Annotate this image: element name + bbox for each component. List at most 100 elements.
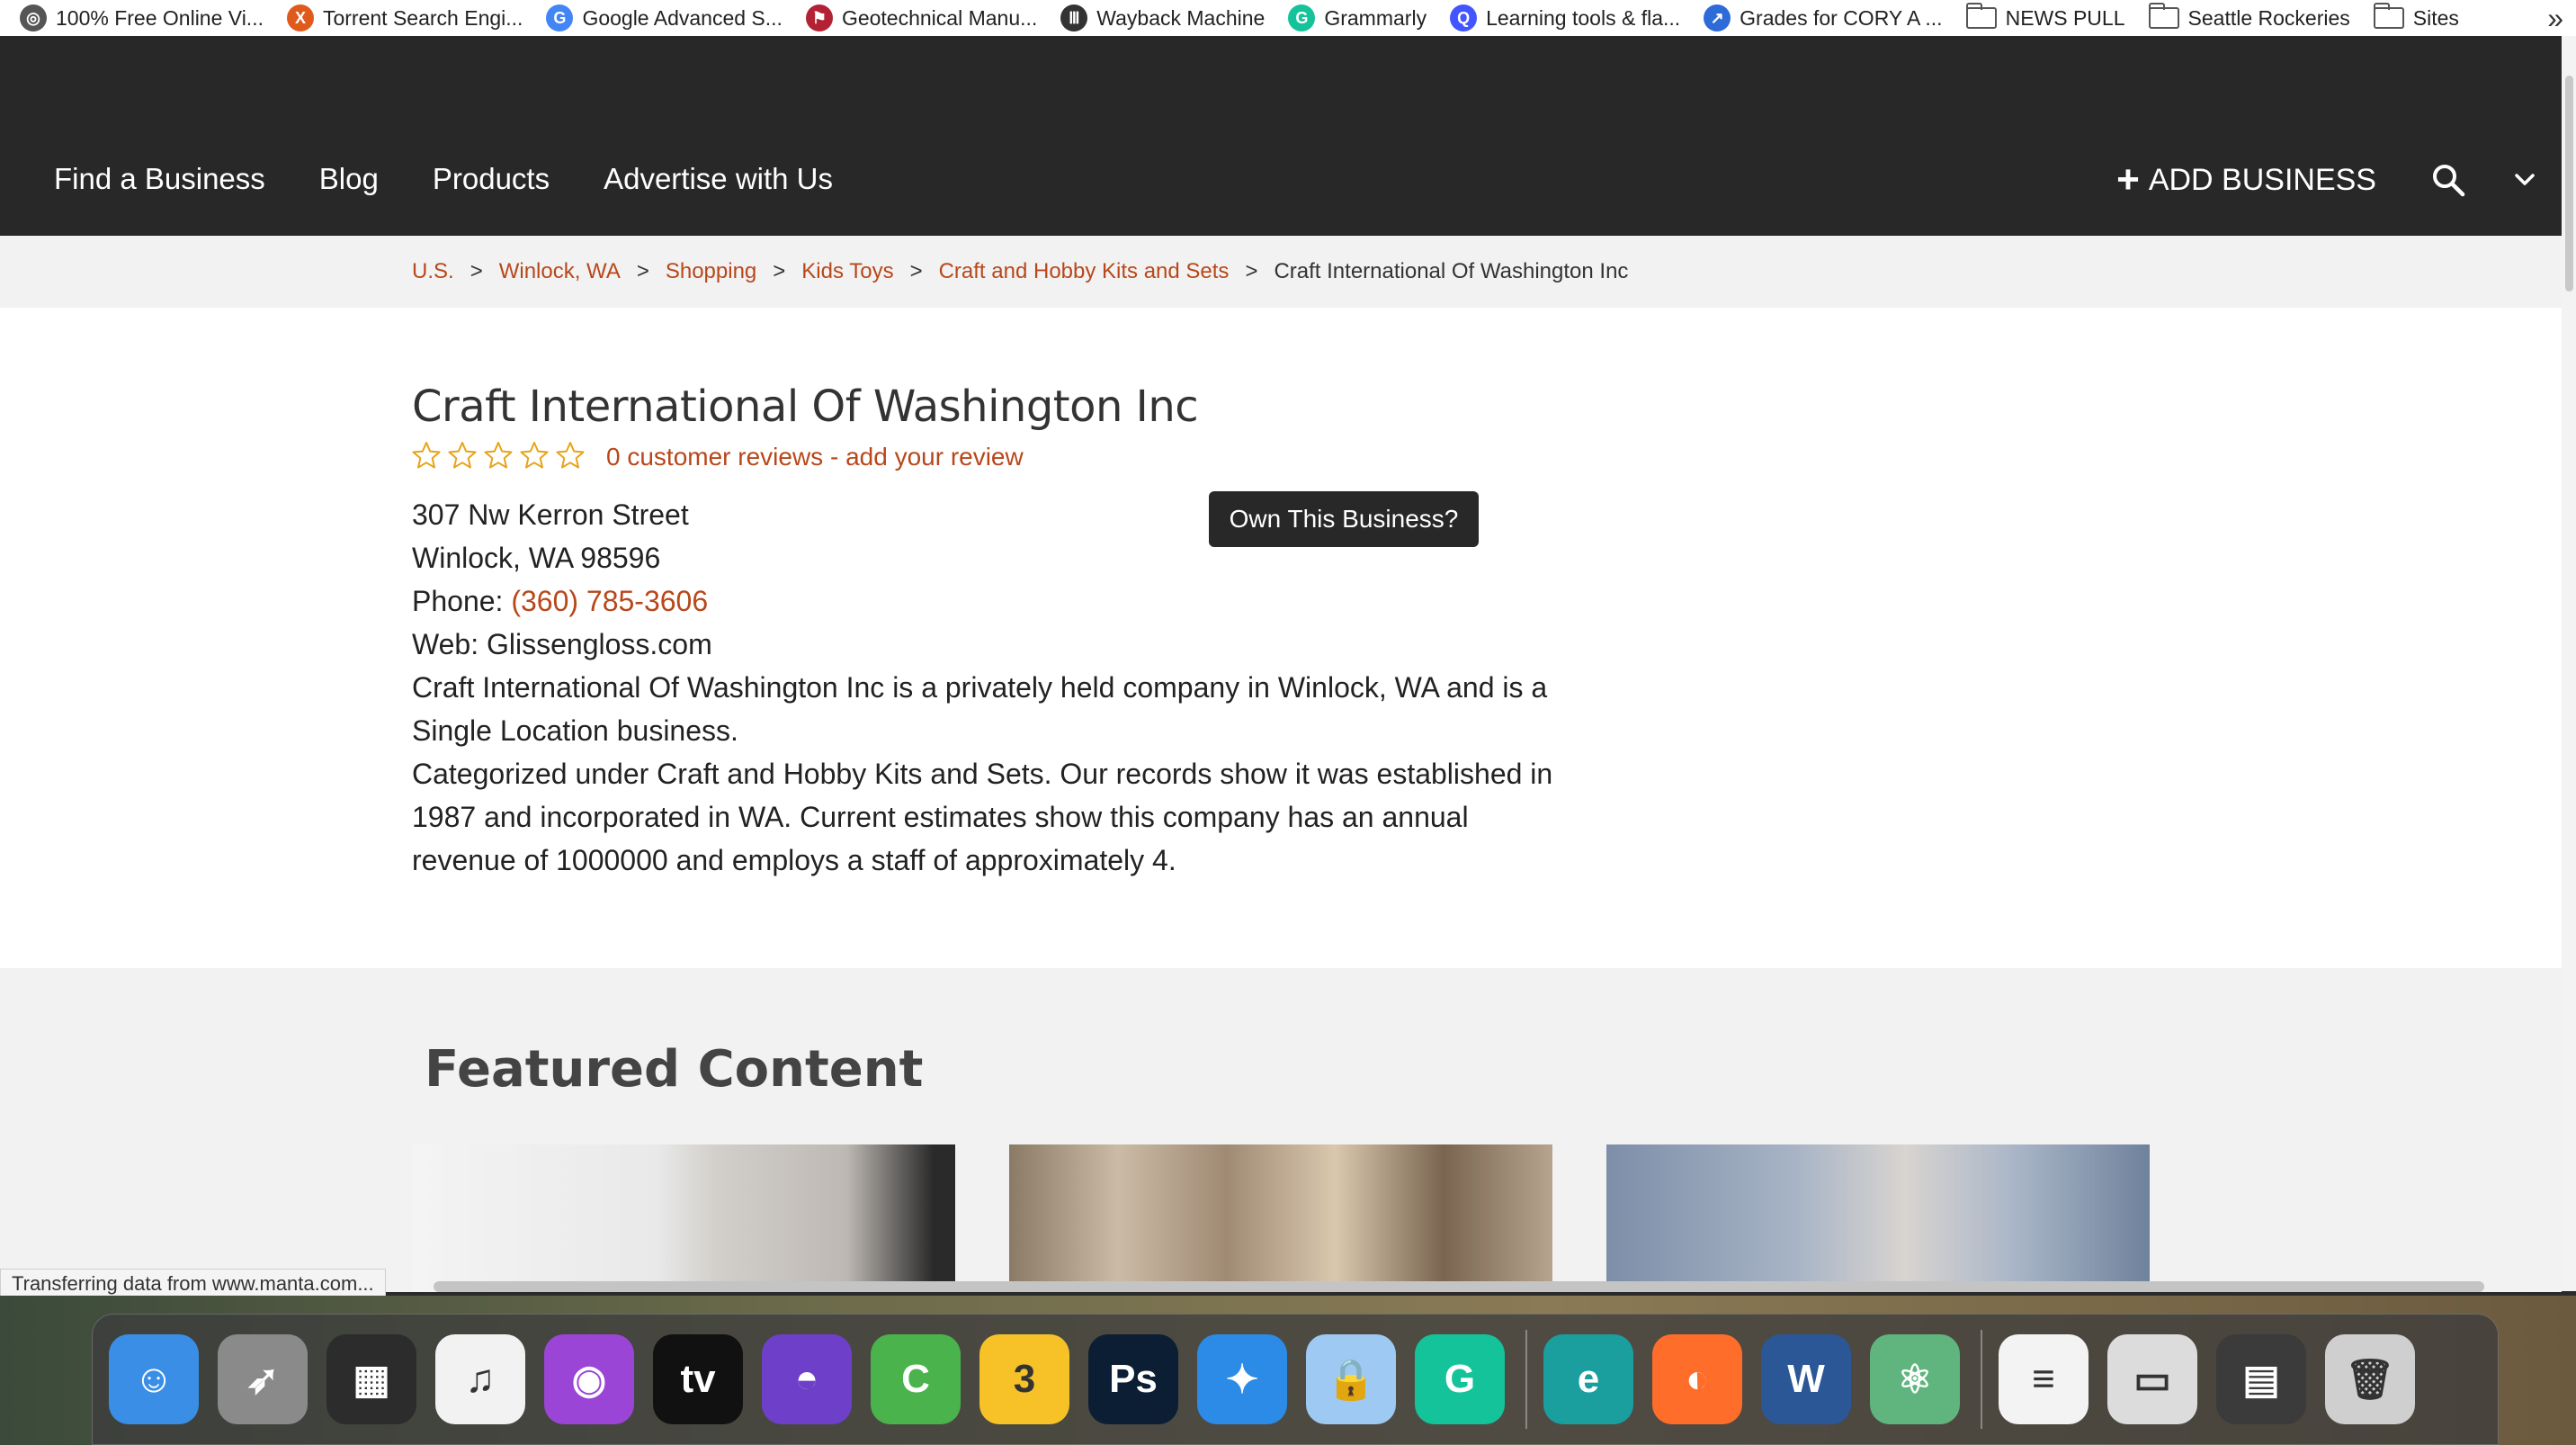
bookmark-item[interactable]: ↗ Grades for CORY A ... <box>1704 4 1943 31</box>
trash-icon[interactable]: 🗑 <box>2325 1334 2415 1424</box>
bookmark-label: 100% Free Online Vi... <box>56 5 264 30</box>
bookmark-folder[interactable]: Sites <box>2373 3 2459 31</box>
plus-icon: + <box>2116 157 2140 202</box>
nav-products[interactable]: Products <box>433 162 550 196</box>
add-business-label: ADD BUSINESS <box>2148 162 2376 197</box>
word-icon[interactable]: W <box>1761 1334 1851 1424</box>
phone-label: Phone: <box>412 585 512 617</box>
reviews-link[interactable]: 0 customer reviews - add your review <box>606 443 1024 471</box>
github-icon[interactable]: ◓ <box>762 1334 852 1424</box>
atom-icon[interactable]: ⚛ <box>1870 1334 1960 1424</box>
star-icon[interactable] <box>520 441 549 470</box>
horizontal-scrollbar[interactable] <box>434 1281 2484 1292</box>
featured-card-image[interactable] <box>1606 1144 2150 1292</box>
business-profile: Craft International Of Washington Inc 0 … <box>0 308 2562 968</box>
breadcrumb-separator: > <box>773 259 786 283</box>
photo-slideshow-icon[interactable]: ▦ <box>326 1334 416 1424</box>
music-icon[interactable]: ♫ <box>435 1334 525 1424</box>
star-icon[interactable] <box>484 441 513 470</box>
breadcrumb-separator: > <box>636 259 649 283</box>
bookmark-item[interactable]: ◎ 100% Free Online Vi... <box>20 4 264 31</box>
podcasts-icon[interactable]: ◉ <box>544 1334 634 1424</box>
breadcrumb-category[interactable]: Craft and Hobby Kits and Sets <box>939 259 1230 284</box>
featured-title: Featured Content <box>425 1040 924 1099</box>
bookmark-item[interactable]: ⚑ Geotechnical Manu... <box>805 4 1037 31</box>
safari-icon[interactable]: ✦ <box>1197 1334 1287 1424</box>
bookmarks-bar: ◎ 100% Free Online Vi... X Torrent Search E… <box>0 0 2576 36</box>
description-paragraph-2: Categorized under Craft and Hobby Kits a… <box>412 758 1553 876</box>
business-description: Craft International Of Washington Inc is… <box>412 666 1563 882</box>
search-icon[interactable] <box>2430 162 2466 198</box>
breadcrumb: U.S. > Winlock, WA > Shopping > Kids Toy… <box>412 259 1628 284</box>
street-address: 307 Nw Kerron Street <box>412 498 689 531</box>
featured-card-image[interactable] <box>1009 1144 1552 1292</box>
header-actions: + ADD BUSINESS <box>2116 157 2538 202</box>
finder-icon[interactable]: ☺ <box>109 1334 199 1424</box>
browser-window-icon[interactable]: ▭ <box>2107 1334 2197 1424</box>
bookmark-label: Learning tools & fla... <box>1486 5 1681 30</box>
chevron-down-icon[interactable] <box>2511 166 2538 193</box>
archive-icon: Ⅲ <box>1060 4 1088 31</box>
bookmark-folder-label: Seattle Rockeries <box>2187 5 2350 30</box>
main-nav: Find a Business Blog Products Advertise … <box>54 162 887 196</box>
bookmark-item[interactable]: G Google Advanced S... <box>546 4 783 31</box>
nav-find-business[interactable]: Find a Business <box>54 162 265 196</box>
city-state-zip: Winlock, WA 98596 <box>412 542 661 574</box>
browser-status-bar: Transferring data from www.manta.com... <box>0 1269 386 1299</box>
globe-icon: ◎ <box>20 4 47 31</box>
quizlet-icon: Q <box>1450 4 1478 31</box>
folder-icon <box>1965 3 1997 29</box>
macos-dock: ☺ ➶ ▦ ♫ ◉ tv ◓ C 3 Ps ✦ 🔒 Ge ◐ W ⚛ ≡ ▭ ▤ 🗑 <box>92 1314 2499 1445</box>
website-line: Web: Glissengloss.com <box>412 628 712 660</box>
flag-icon: ⚑ <box>805 4 833 31</box>
business-name: Craft International Of Washington Inc <box>412 381 1199 432</box>
nav-blog[interactable]: Blog <box>319 162 379 196</box>
breadcrumb-kids-toys[interactable]: Kids Toys <box>801 259 893 284</box>
breadcrumb-us[interactable]: U.S. <box>412 259 454 284</box>
bookmark-item[interactable]: G Grammarly <box>1288 4 1427 31</box>
featured-card-image[interactable] <box>412 1144 955 1292</box>
breadcrumb-city[interactable]: Winlock, WA <box>499 259 621 284</box>
grammarly-app-icon[interactable]: G <box>1415 1334 1505 1424</box>
star-icon[interactable] <box>448 441 477 470</box>
grammarly-icon: G <box>1288 4 1316 31</box>
google-icon: G <box>546 4 574 31</box>
breadcrumb-bar: U.S. > Winlock, WA > Shopping > Kids Toy… <box>0 236 2562 308</box>
rating-stars[interactable] <box>412 441 592 470</box>
launchpad-icon[interactable]: ➶ <box>218 1334 308 1424</box>
description-paragraph-1: Craft International Of Washington Inc is… <box>412 671 1548 747</box>
bookmarks-overflow-icon[interactable]: » <box>2547 2 2563 35</box>
bookmark-item[interactable]: Ⅲ Wayback Machine <box>1060 4 1265 31</box>
breadcrumb-shopping[interactable]: Shopping <box>666 259 756 284</box>
docx-file-icon[interactable]: ≡ <box>1999 1334 2089 1424</box>
own-business-button[interactable]: Own This Business? <box>1209 491 1479 547</box>
keychain-lock-icon[interactable]: 🔒 <box>1306 1334 1396 1424</box>
photoshop-icon[interactable]: Ps <box>1088 1334 1178 1424</box>
apple-tv-icon[interactable]: tv <box>653 1334 743 1424</box>
bookmark-folder[interactable]: NEWS PULL <box>1965 3 2125 31</box>
scrollbar-thumb[interactable] <box>2565 76 2573 292</box>
bookmark-label: Google Advanced S... <box>582 5 783 30</box>
firefox-icon[interactable]: ◐ <box>1652 1334 1742 1424</box>
add-business-button[interactable]: + ADD BUSINESS <box>2116 157 2376 202</box>
bookmark-label: Wayback Machine <box>1096 5 1266 30</box>
star-icon[interactable] <box>412 441 441 470</box>
downloads-folder-icon[interactable]: ▤ <box>2216 1334 2306 1424</box>
nav-advertise[interactable]: Advertise with Us <box>604 162 833 196</box>
folder-icon <box>2373 3 2404 29</box>
phone-link[interactable]: (360) 785-3606 <box>511 585 708 617</box>
dock-separator <box>1981 1330 1982 1429</box>
bookmark-label: Grammarly <box>1324 5 1427 30</box>
star-icon[interactable] <box>556 441 585 470</box>
breadcrumb-separator: > <box>1245 259 1258 283</box>
bookmark-item[interactable]: Q Learning tools & fla... <box>1450 4 1680 31</box>
eset-icon[interactable]: e <box>1543 1334 1633 1424</box>
bookmark-label: Torrent Search Engi... <box>322 5 523 30</box>
vertical-scrollbar[interactable] <box>2562 36 2576 1291</box>
camtasia-icon[interactable]: C <box>871 1334 961 1424</box>
bookmark-item[interactable]: X Torrent Search Engi... <box>286 4 523 31</box>
x-logo-icon: X <box>286 4 314 31</box>
folder-icon <box>2148 3 2179 29</box>
numbers-3-icon[interactable]: 3 <box>979 1334 1069 1424</box>
bookmark-folder[interactable]: Seattle Rockeries <box>2148 3 2350 31</box>
